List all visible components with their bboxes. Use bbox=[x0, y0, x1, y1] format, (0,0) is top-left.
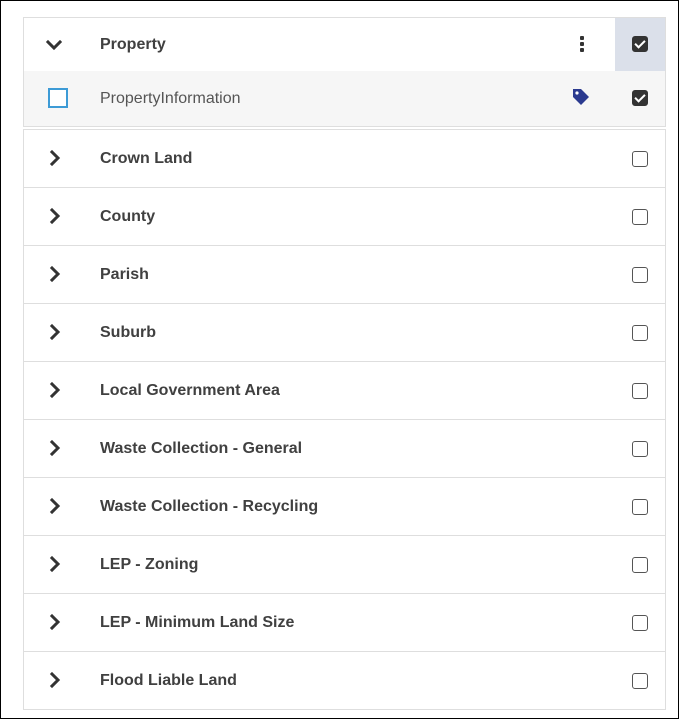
more-options-icon[interactable] bbox=[572, 34, 592, 54]
layer-label: Crown Land bbox=[100, 150, 193, 167]
layer-checkbox[interactable] bbox=[632, 267, 648, 283]
layer-label: Suburb bbox=[100, 324, 156, 341]
chevron-right-icon[interactable] bbox=[47, 324, 63, 340]
layer-panel: Property PropertyInformation Crown Land C… bbox=[0, 0, 679, 719]
layer-checkbox[interactable] bbox=[632, 673, 648, 689]
layer-list: Crown Land County Parish Suburb Local Govern… bbox=[23, 129, 666, 710]
layer-row[interactable]: Suburb bbox=[24, 304, 665, 362]
chevron-down-icon[interactable] bbox=[45, 36, 63, 54]
tag-icon[interactable] bbox=[571, 87, 591, 107]
layer-checkbox[interactable] bbox=[632, 557, 648, 573]
layer-checkbox[interactable] bbox=[632, 441, 648, 457]
group-checkbox-cell bbox=[615, 18, 665, 71]
chevron-right-icon[interactable] bbox=[47, 556, 63, 572]
child-layer-label: PropertyInformation bbox=[100, 90, 241, 107]
layer-checkbox[interactable] bbox=[632, 615, 648, 631]
layer-label: County bbox=[100, 208, 156, 225]
group-title: Property bbox=[100, 36, 166, 53]
chevron-right-icon[interactable] bbox=[47, 614, 63, 630]
chevron-right-icon[interactable] bbox=[47, 266, 63, 282]
layer-checkbox[interactable] bbox=[632, 325, 648, 341]
layer-row[interactable]: Parish bbox=[24, 246, 665, 304]
chevron-right-icon[interactable] bbox=[47, 672, 63, 688]
layer-label: Waste Collection - Recycling bbox=[100, 498, 319, 515]
layer-row[interactable]: County bbox=[24, 188, 665, 246]
layer-row[interactable]: LEP - Minimum Land Size bbox=[24, 594, 665, 652]
layer-checkbox[interactable] bbox=[632, 499, 648, 515]
layer-row[interactable]: Local Government Area bbox=[24, 362, 665, 420]
layer-label: Parish bbox=[100, 266, 149, 283]
layer-row[interactable]: LEP - Zoning bbox=[24, 536, 665, 594]
chevron-right-icon[interactable] bbox=[47, 150, 63, 166]
child-layer-checkbox[interactable] bbox=[632, 90, 648, 106]
layer-row[interactable]: Crown Land bbox=[24, 130, 665, 188]
group-checkbox[interactable] bbox=[632, 36, 648, 52]
chevron-right-icon[interactable] bbox=[47, 382, 63, 398]
layer-label: Local Government Area bbox=[100, 382, 280, 399]
layer-label: LEP - Zoning bbox=[100, 556, 199, 573]
layer-checkbox[interactable] bbox=[632, 383, 648, 399]
layer-checkbox[interactable] bbox=[632, 209, 648, 225]
layer-label: LEP - Minimum Land Size bbox=[100, 614, 295, 631]
layer-row[interactable]: Waste Collection - General bbox=[24, 420, 665, 478]
chevron-right-icon[interactable] bbox=[47, 440, 63, 456]
chevron-right-icon[interactable] bbox=[47, 208, 63, 224]
layer-row[interactable]: Flood Liable Land bbox=[24, 652, 665, 710]
child-layer-row[interactable]: PropertyInformation bbox=[24, 71, 665, 126]
legend-swatch-icon bbox=[48, 88, 68, 108]
layer-group-property: Property PropertyInformation bbox=[23, 17, 666, 127]
layer-label: Flood Liable Land bbox=[100, 672, 237, 689]
group-header[interactable]: Property bbox=[24, 18, 665, 71]
layer-label: Waste Collection - General bbox=[100, 440, 303, 457]
chevron-right-icon[interactable] bbox=[47, 498, 63, 514]
layer-row[interactable]: Waste Collection - Recycling bbox=[24, 478, 665, 536]
layer-checkbox[interactable] bbox=[632, 151, 648, 167]
